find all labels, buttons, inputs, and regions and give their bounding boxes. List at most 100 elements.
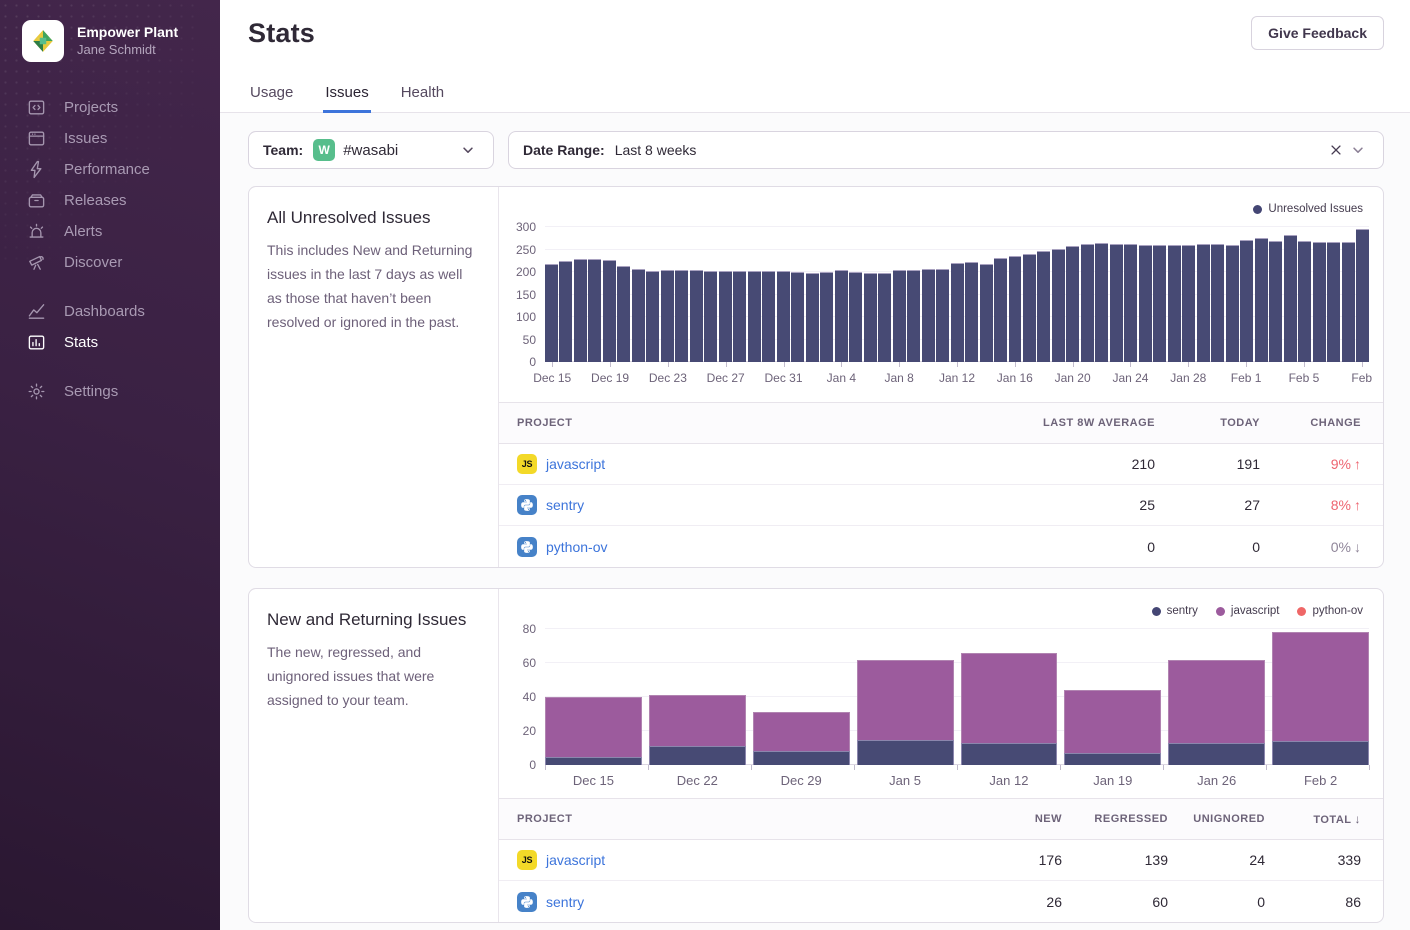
project-link[interactable]: sentry (546, 497, 584, 513)
chart-bar[interactable] (1298, 241, 1311, 362)
chart-bar[interactable] (893, 270, 906, 362)
chart-bar[interactable] (646, 271, 659, 362)
chart-bar[interactable] (878, 273, 891, 362)
chart-bar[interactable] (1124, 244, 1137, 362)
legend-item[interactable]: javascript (1216, 605, 1280, 617)
chart-bar[interactable] (791, 272, 804, 362)
chart-bar[interactable] (1168, 245, 1181, 362)
team-select[interactable]: Team: W #wasabi (248, 131, 494, 169)
sidebar-item-issues[interactable]: Issues (0, 123, 220, 154)
chart-bar[interactable] (632, 269, 645, 362)
chart-bar[interactable] (1269, 241, 1282, 362)
chart-bar[interactable] (864, 273, 877, 362)
chart-bar[interactable] (1356, 229, 1369, 362)
project-link[interactable]: javascript (546, 852, 605, 868)
chart-bar[interactable] (820, 272, 833, 362)
sidebar-item-stats[interactable]: Stats (0, 327, 220, 358)
sidebar-item-discover[interactable]: Discover (0, 247, 220, 278)
chart-bar[interactable] (1240, 240, 1253, 362)
chart-bar[interactable] (733, 271, 746, 362)
project-link[interactable]: python-ov (546, 539, 607, 555)
chart-bar[interactable] (1211, 244, 1224, 362)
project-cell: JSjavascript (517, 454, 1005, 474)
chart-bar[interactable] (1037, 251, 1050, 362)
chart-bar[interactable] (603, 260, 616, 362)
chart-bar[interactable] (1081, 244, 1094, 362)
chart-bar[interactable] (1313, 242, 1326, 362)
stacked-bar[interactable] (1064, 690, 1161, 765)
chart-bar[interactable] (719, 271, 732, 362)
chart-bar[interactable] (617, 266, 630, 362)
chart-bar[interactable] (951, 263, 964, 362)
chart-bar[interactable] (1255, 238, 1268, 362)
tab-issues[interactable]: Issues (323, 84, 370, 113)
chart-bar[interactable] (1197, 244, 1210, 362)
chart-bar[interactable] (1066, 246, 1079, 362)
tab-health[interactable]: Health (399, 84, 446, 113)
legend-item[interactable]: python-ov (1297, 605, 1363, 617)
legend-item[interactable]: Unresolved Issues (1253, 203, 1363, 215)
project-cell: sentry (517, 495, 1005, 515)
stacked-bar[interactable] (857, 660, 954, 765)
chart-bar[interactable] (806, 273, 819, 362)
chart-bar[interactable] (1342, 242, 1355, 362)
sidebar-item-dashboards[interactable]: Dashboards (0, 296, 220, 327)
unresolved-issues-chart[interactable]: 050100150200250300 (545, 227, 1369, 362)
chart-bar[interactable] (1009, 256, 1022, 362)
chart-bar[interactable] (588, 259, 601, 362)
column-header-total[interactable]: TOTAL↓ (1265, 812, 1361, 826)
chart-bar[interactable] (1052, 249, 1065, 362)
chart-bar[interactable] (922, 269, 935, 362)
stacked-bar[interactable] (753, 712, 850, 765)
chart-bar[interactable] (704, 271, 717, 362)
sidebar-item-alerts[interactable]: Alerts (0, 216, 220, 247)
tab-usage[interactable]: Usage (248, 84, 295, 113)
date-range-select[interactable]: Date Range: Last 8 weeks (508, 131, 1384, 169)
chart-bar[interactable] (1139, 245, 1152, 362)
chart-bar[interactable] (1023, 254, 1036, 362)
chart-bar[interactable] (1327, 242, 1340, 362)
chart-bar[interactable] (965, 262, 978, 362)
chart-bar[interactable] (574, 259, 587, 363)
org-switcher[interactable]: Empower Plant Jane Schmidt (0, 0, 220, 62)
clear-date-range-icon[interactable] (1325, 139, 1347, 161)
chart-bar[interactable] (675, 270, 688, 362)
project-link[interactable]: sentry (546, 894, 584, 910)
performance-icon (27, 160, 46, 179)
stacked-bar[interactable] (1168, 660, 1265, 765)
stacked-bar[interactable] (1272, 632, 1369, 765)
chart-bar[interactable] (1182, 245, 1195, 362)
new-returning-issues-chart[interactable]: 020406080 (545, 629, 1369, 765)
chart-bar[interactable] (835, 270, 848, 362)
stacked-bar[interactable] (961, 653, 1058, 765)
stacked-bar[interactable] (545, 697, 642, 765)
chart-bar[interactable] (777, 271, 790, 362)
chart-bar[interactable] (849, 272, 862, 362)
settings-icon (27, 382, 46, 401)
chart-bar[interactable] (545, 264, 558, 362)
value-cell: 210 (1005, 456, 1155, 472)
chart-bar[interactable] (1153, 245, 1166, 362)
chart-bar[interactable] (762, 271, 775, 362)
legend-item[interactable]: sentry (1152, 605, 1198, 617)
chart-bar[interactable] (1284, 235, 1297, 362)
chart-bar[interactable] (907, 270, 920, 362)
chart-bar[interactable] (661, 270, 674, 362)
stacked-bar[interactable] (649, 695, 746, 765)
sidebar-item-performance[interactable]: Performance (0, 154, 220, 185)
chart-bar[interactable] (748, 271, 761, 362)
chart-bar[interactable] (1110, 244, 1123, 362)
give-feedback-button[interactable]: Give Feedback (1251, 16, 1384, 50)
chart-bar[interactable] (1226, 245, 1239, 362)
chart-bar[interactable] (994, 258, 1007, 362)
sidebar-item-projects[interactable]: Projects (0, 92, 220, 123)
sidebar-item-settings[interactable]: Settings (0, 376, 220, 407)
sidebar-item-releases[interactable]: Releases (0, 185, 220, 216)
chart-bar[interactable] (1095, 243, 1108, 362)
tab-bar: Usage Issues Health (248, 84, 446, 113)
chart-bar[interactable] (936, 269, 949, 362)
chart-bar[interactable] (980, 264, 993, 362)
project-link[interactable]: javascript (546, 456, 605, 472)
chart-bar[interactable] (690, 270, 703, 362)
chart-bar[interactable] (559, 261, 572, 362)
